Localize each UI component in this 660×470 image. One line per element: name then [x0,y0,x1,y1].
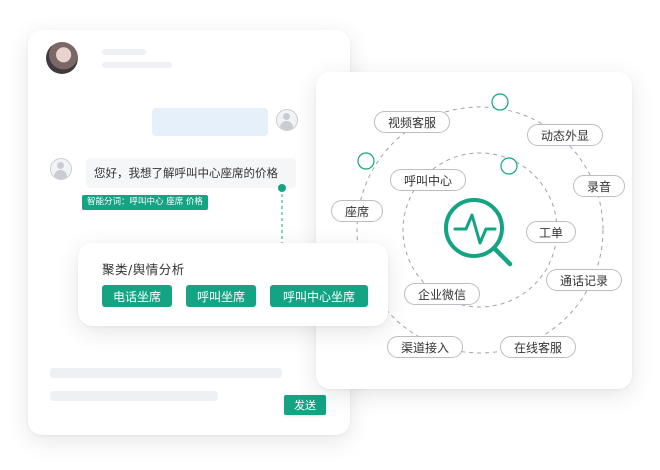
orbit-dot [357,152,375,170]
cluster-title: 聚类/舆情分析 [102,262,185,277]
node-video-service[interactable]: 视频客服 [374,111,450,133]
node-online-service[interactable]: 在线客服 [500,336,576,358]
cluster-analysis-panel: 聚类/舆情分析 电话坐席 呼叫坐席 呼叫中心坐席 [78,243,388,326]
node-seat[interactable]: 座席 [331,200,383,222]
orbit-dot [491,93,509,111]
node-call-center[interactable]: 呼叫中心 [390,169,466,191]
node-recording[interactable]: 录音 [573,175,625,197]
analytics-search-icon [444,198,513,267]
cluster-tag[interactable]: 呼叫中心坐席 [270,285,368,307]
cluster-tag[interactable]: 电话坐席 [102,285,172,307]
node-channel-access[interactable]: 渠道接入 [387,336,463,358]
node-dynamic-caller-id[interactable]: 动态外显 [527,124,603,146]
node-work-order[interactable]: 工单 [526,221,576,243]
cluster-tag[interactable]: 呼叫坐席 [186,285,256,307]
orbit-dot [500,157,518,175]
node-call-records[interactable]: 通话记录 [546,269,622,291]
node-enterprise-wechat[interactable]: 企业微信 [404,283,480,305]
